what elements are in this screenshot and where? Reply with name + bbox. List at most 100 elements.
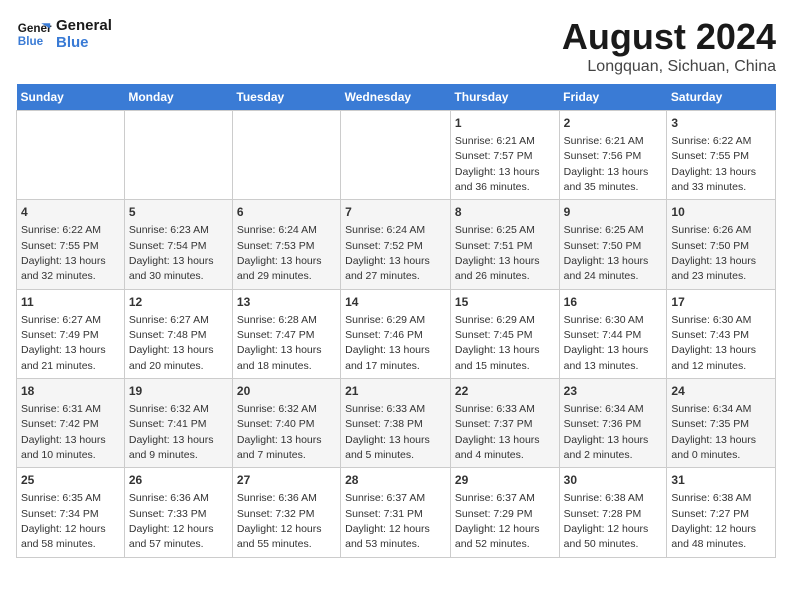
day-info: Sunrise: 6:21 AM Sunset: 7:57 PM Dayligh… <box>455 135 540 193</box>
day-info: Sunrise: 6:37 AM Sunset: 7:29 PM Dayligh… <box>455 492 540 550</box>
day-cell: 9Sunrise: 6:25 AM Sunset: 7:50 PM Daylig… <box>559 200 667 289</box>
day-info: Sunrise: 6:38 AM Sunset: 7:27 PM Dayligh… <box>671 492 756 550</box>
day-number: 6 <box>237 204 336 221</box>
day-cell: 2 Sunrise: 6:21 AM Sunset: 7:56 PM Daylig… <box>559 111 667 200</box>
day-number: 22 <box>455 383 555 400</box>
day-info: Sunrise: 6:23 AM Sunset: 7:54 PM Dayligh… <box>129 224 214 282</box>
calendar-table: SundayMondayTuesdayWednesdayThursdayFrid… <box>16 84 776 558</box>
day-cell <box>341 111 451 200</box>
calendar-header-row: SundayMondayTuesdayWednesdayThursdayFrid… <box>17 84 776 111</box>
col-header-friday: Friday <box>559 84 667 111</box>
day-info: Sunrise: 6:36 AM Sunset: 7:32 PM Dayligh… <box>237 492 322 550</box>
day-number: 7 <box>345 204 446 221</box>
day-cell: 16Sunrise: 6:30 AM Sunset: 7:44 PM Dayli… <box>559 289 667 378</box>
day-number: 9 <box>564 204 663 221</box>
day-info: Sunrise: 6:27 AM Sunset: 7:48 PM Dayligh… <box>129 314 214 372</box>
day-number: 21 <box>345 383 446 400</box>
day-info: Sunrise: 6:27 AM Sunset: 7:49 PM Dayligh… <box>21 314 106 372</box>
day-cell: 15 Sunrise: 6:29 AM Sunset: 7:45 PM Dayli… <box>450 289 559 378</box>
day-info: Sunrise: 6:25 AM Sunset: 7:51 PM Dayligh… <box>455 224 540 282</box>
logo: General Blue General Blue <box>16 16 112 52</box>
week-row-1: 1 Sunrise: 6:21 AM Sunset: 7:57 PM Daylig… <box>17 111 776 200</box>
day-number: 19 <box>129 383 228 400</box>
day-info: Sunrise: 6:37 AM Sunset: 7:31 PM Dayligh… <box>345 492 430 550</box>
day-cell: 28Sunrise: 6:37 AM Sunset: 7:31 PM Dayli… <box>341 468 451 557</box>
day-number: 25 <box>21 472 120 489</box>
day-number: 23 <box>564 383 663 400</box>
day-cell: 20 Sunrise: 6:32 AM Sunset: 7:40 PM Dayli… <box>232 379 340 468</box>
day-number: 2 <box>564 115 663 132</box>
day-cell: 29 Sunrise: 6:37 AM Sunset: 7:29 PM Dayli… <box>450 468 559 557</box>
day-cell: 3 Sunrise: 6:22 AM Sunset: 7:55 PM Daylig… <box>667 111 776 200</box>
day-number: 24 <box>671 383 771 400</box>
logo-line2: Blue <box>56 34 112 51</box>
day-info: Sunrise: 6:22 AM Sunset: 7:55 PM Dayligh… <box>21 224 106 282</box>
day-cell: 5Sunrise: 6:23 AM Sunset: 7:54 PM Daylig… <box>124 200 232 289</box>
day-number: 15 <box>455 294 555 311</box>
col-header-monday: Monday <box>124 84 232 111</box>
day-info: Sunrise: 6:34 AM Sunset: 7:36 PM Dayligh… <box>564 403 649 461</box>
day-info: Sunrise: 6:35 AM Sunset: 7:34 PM Dayligh… <box>21 492 106 550</box>
day-cell: 8 Sunrise: 6:25 AM Sunset: 7:51 PM Daylig… <box>450 200 559 289</box>
day-number: 1 <box>455 115 555 132</box>
day-number: 13 <box>237 294 336 311</box>
day-number: 17 <box>671 294 771 311</box>
day-cell: 21 Sunrise: 6:33 AM Sunset: 7:38 PM Dayli… <box>341 379 451 468</box>
day-number: 10 <box>671 204 771 221</box>
logo-icon: General Blue <box>16 16 52 52</box>
day-cell: 24 Sunrise: 6:34 AM Sunset: 7:35 PM Dayli… <box>667 379 776 468</box>
day-info: Sunrise: 6:30 AM Sunset: 7:44 PM Dayligh… <box>564 314 649 372</box>
day-info: Sunrise: 6:34 AM Sunset: 7:35 PM Dayligh… <box>671 403 756 461</box>
day-cell: 4 Sunrise: 6:22 AM Sunset: 7:55 PM Daylig… <box>17 200 125 289</box>
day-info: Sunrise: 6:29 AM Sunset: 7:45 PM Dayligh… <box>455 314 540 372</box>
day-cell: 6Sunrise: 6:24 AM Sunset: 7:53 PM Daylig… <box>232 200 340 289</box>
day-number: 14 <box>345 294 446 311</box>
day-number: 8 <box>455 204 555 221</box>
day-cell: 31Sunrise: 6:38 AM Sunset: 7:27 PM Dayli… <box>667 468 776 557</box>
day-cell: 17 Sunrise: 6:30 AM Sunset: 7:43 PM Dayli… <box>667 289 776 378</box>
day-info: Sunrise: 6:29 AM Sunset: 7:46 PM Dayligh… <box>345 314 430 372</box>
col-header-saturday: Saturday <box>667 84 776 111</box>
day-cell: 7 Sunrise: 6:24 AM Sunset: 7:52 PM Daylig… <box>341 200 451 289</box>
day-number: 18 <box>21 383 120 400</box>
day-cell: 13 Sunrise: 6:28 AM Sunset: 7:47 PM Dayli… <box>232 289 340 378</box>
col-header-tuesday: Tuesday <box>232 84 340 111</box>
day-cell: 10 Sunrise: 6:26 AM Sunset: 7:50 PM Dayli… <box>667 200 776 289</box>
day-info: Sunrise: 6:26 AM Sunset: 7:50 PM Dayligh… <box>671 224 756 282</box>
day-cell: 26 Sunrise: 6:36 AM Sunset: 7:33 PM Dayli… <box>124 468 232 557</box>
day-info: Sunrise: 6:31 AM Sunset: 7:42 PM Dayligh… <box>21 403 106 461</box>
logo-line1: General <box>56 17 112 34</box>
svg-text:Blue: Blue <box>18 35 44 48</box>
day-info: Sunrise: 6:32 AM Sunset: 7:40 PM Dayligh… <box>237 403 322 461</box>
day-number: 12 <box>129 294 228 311</box>
day-info: Sunrise: 6:30 AM Sunset: 7:43 PM Dayligh… <box>671 314 756 372</box>
day-number: 11 <box>21 294 120 311</box>
day-info: Sunrise: 6:28 AM Sunset: 7:47 PM Dayligh… <box>237 314 322 372</box>
day-cell: 23 Sunrise: 6:34 AM Sunset: 7:36 PM Dayli… <box>559 379 667 468</box>
day-number: 29 <box>455 472 555 489</box>
header: General Blue General Blue August 2024 Lo… <box>16 16 776 76</box>
main-title: August 2024 <box>562 16 776 58</box>
day-info: Sunrise: 6:33 AM Sunset: 7:38 PM Dayligh… <box>345 403 430 461</box>
title-area: August 2024 Longquan, Sichuan, China <box>562 16 776 76</box>
day-number: 3 <box>671 115 771 132</box>
day-cell: 18 Sunrise: 6:31 AM Sunset: 7:42 PM Dayli… <box>17 379 125 468</box>
day-cell: 19Sunrise: 6:32 AM Sunset: 7:41 PM Dayli… <box>124 379 232 468</box>
day-cell: 27Sunrise: 6:36 AM Sunset: 7:32 PM Dayli… <box>232 468 340 557</box>
day-info: Sunrise: 6:24 AM Sunset: 7:52 PM Dayligh… <box>345 224 430 282</box>
day-info: Sunrise: 6:36 AM Sunset: 7:33 PM Dayligh… <box>129 492 214 550</box>
subtitle: Longquan, Sichuan, China <box>562 58 776 76</box>
day-cell: 30Sunrise: 6:38 AM Sunset: 7:28 PM Dayli… <box>559 468 667 557</box>
day-info: Sunrise: 6:21 AM Sunset: 7:56 PM Dayligh… <box>564 135 649 193</box>
day-info: Sunrise: 6:33 AM Sunset: 7:37 PM Dayligh… <box>455 403 540 461</box>
day-cell: 11 Sunrise: 6:27 AM Sunset: 7:49 PM Dayli… <box>17 289 125 378</box>
day-info: Sunrise: 6:22 AM Sunset: 7:55 PM Dayligh… <box>671 135 756 193</box>
week-row-2: 4 Sunrise: 6:22 AM Sunset: 7:55 PM Daylig… <box>17 200 776 289</box>
day-cell: 25 Sunrise: 6:35 AM Sunset: 7:34 PM Dayli… <box>17 468 125 557</box>
day-number: 26 <box>129 472 228 489</box>
day-cell <box>124 111 232 200</box>
day-cell <box>17 111 125 200</box>
col-header-wednesday: Wednesday <box>341 84 451 111</box>
day-number: 4 <box>21 204 120 221</box>
day-number: 20 <box>237 383 336 400</box>
